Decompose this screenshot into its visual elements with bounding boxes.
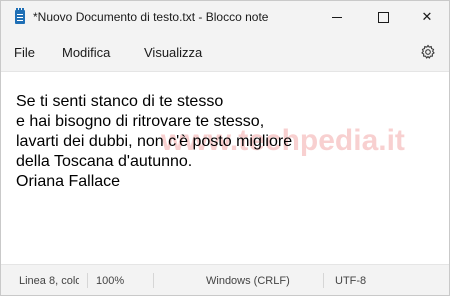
notepad-window: *Nuovo Documento di testo.txt - Blocco n…	[0, 0, 450, 296]
menu-bar: File Modifica Visualizza	[1, 33, 449, 72]
window-title: *Nuovo Documento di testo.txt - Blocco n…	[33, 10, 269, 24]
status-divider	[153, 273, 154, 288]
text-line: e hai bisogno di ritrovare te stesso,	[16, 113, 265, 130]
maximize-button[interactable]	[360, 1, 406, 33]
status-bar: Linea 8, colo 100% Windows (CRLF) UTF-8	[1, 264, 449, 295]
title-bar[interactable]: *Nuovo Documento di testo.txt - Blocco n…	[1, 1, 449, 33]
status-divider	[323, 273, 324, 288]
text-line: della Toscana d'autunno.	[16, 153, 193, 170]
text-editor[interactable]: www.techpedia.it Se ti senti stanco di t…	[1, 72, 449, 264]
maximize-icon	[377, 11, 389, 23]
text-line: lavarti dei dubbi, non c'è posto miglior…	[16, 133, 293, 150]
minimize-button[interactable]	[314, 1, 360, 33]
menu-file[interactable]: File	[14, 45, 35, 60]
close-button[interactable]: ✕	[404, 1, 449, 33]
text-line: Oriana Fallace	[16, 173, 121, 190]
gear-icon[interactable]	[420, 44, 436, 60]
menu-modifica[interactable]: Modifica	[62, 45, 110, 60]
text-line: Se ti senti stanco di te stesso	[16, 93, 224, 110]
line-endings: Windows (CRLF)	[206, 275, 290, 287]
cursor-position: Linea 8, colo	[19, 275, 79, 287]
close-icon: ✕	[421, 9, 433, 24]
status-divider	[87, 273, 88, 288]
menu-visualizza[interactable]: Visualizza	[144, 45, 202, 60]
encoding: UTF-8	[335, 275, 367, 287]
zoom-level: 100%	[96, 275, 125, 287]
minimize-icon	[332, 16, 342, 18]
notepad-app-icon	[15, 8, 25, 24]
